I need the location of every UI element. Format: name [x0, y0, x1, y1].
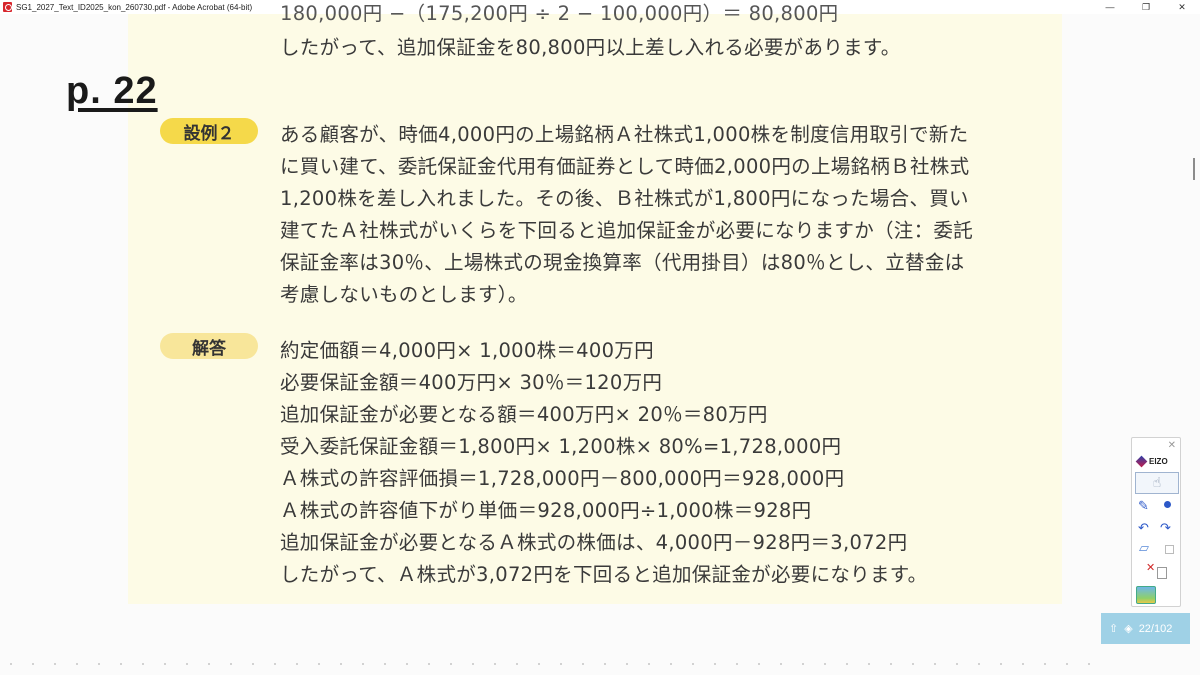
partial-line: 180,000円 −（175,200円 ÷ 2 − 100,000円）＝ 80,…	[280, 2, 839, 25]
page-indicator: 22/102	[1138, 622, 1173, 635]
question-line: ある顧客が、時価4,000円の上場銘柄Ａ社株式1,000株を制度信用取引で新た	[280, 123, 969, 146]
page-up-icon[interactable]: ⇧	[1109, 622, 1118, 635]
undo-icon[interactable]: ↶	[1138, 522, 1149, 535]
shape-icon[interactable]	[1165, 545, 1174, 554]
redo-icon[interactable]: ↷	[1160, 522, 1171, 535]
question-line: に買い建て、委託保証金代用有価証券として時価2,000円の上場銘柄Ｂ社株式	[280, 155, 970, 178]
intro-line: したがって、追加保証金を80,800円以上差し入れる必要があります。	[280, 36, 901, 59]
minimize-button[interactable]: —	[1092, 0, 1128, 14]
close-button[interactable]: ✕	[1164, 0, 1200, 14]
restore-button[interactable]: ❐	[1128, 0, 1164, 14]
answer-line: 追加保証金が必要となるＡ株式の株価は、4,000円－928円＝3,072円	[280, 531, 908, 554]
acrobat-icon	[3, 2, 12, 12]
hand-pointer-icon: ☝	[1152, 475, 1162, 491]
answer-line: 追加保証金が必要となる額＝400万円× 20％＝80万円	[280, 403, 768, 426]
answer-line: 約定価額＝4,000円× 1,000株＝400万円	[280, 339, 654, 362]
question-line: 建てたＡ社株式がいくらを下回ると追加保証金が必要になりますか（注：委託	[280, 219, 974, 242]
question-line: 考慮しないものとします）。	[280, 283, 528, 306]
scrollbar-thumb[interactable]	[1193, 158, 1195, 180]
answer-line: Ａ株式の許容評価損＝1,728,000円－800,000円＝928,000円	[280, 467, 845, 490]
vertical-scrollbar[interactable]	[1190, 16, 1198, 616]
question-badge: 設例２	[160, 118, 258, 144]
eraser-icon[interactable]: ▱	[1139, 542, 1149, 555]
question-line: 保証金率は30％、上場株式の現金換算率（代用掛目）は80％とし、立替金は	[280, 251, 965, 274]
color-dot-icon[interactable]	[1164, 501, 1171, 508]
eizo-brand: EIZO	[1149, 457, 1168, 466]
answer-line: Ａ株式の許容値下がり単価＝928,000円÷1,000株＝928円	[280, 499, 812, 522]
clear-icon[interactable]: ✕	[1146, 562, 1155, 573]
eizo-logo: EIZO	[1135, 455, 1168, 468]
hand-pointer-button[interactable]: ☝	[1135, 472, 1179, 494]
panel-close-icon[interactable]: ✕	[1168, 440, 1176, 451]
answer-badge: 解答	[160, 333, 258, 359]
app-thumbnail-icon[interactable]	[1136, 586, 1156, 604]
answer-line: 受入委託保証金額＝1,800円× 1,200株× 80%=1,728,000円	[280, 435, 842, 458]
page-separator	[0, 663, 1100, 665]
document-icon[interactable]	[1157, 567, 1167, 579]
window-controls: — ❐ ✕	[1092, 0, 1200, 14]
page-navigation[interactable]: ⇧ ◈ 22/102	[1101, 613, 1190, 644]
question-line: 1,200株を差し入れました。その後、Ｂ社株式が1,800円になった場合、買い	[280, 187, 969, 210]
eizo-tool-panel: ✕ EIZO ☝ ✎ ↶ ↷ ▱ ✕	[1131, 437, 1181, 607]
pen-icon[interactable]: ✎	[1138, 500, 1149, 513]
window-title: SG1_2027_Text_ID2025_kon_260730.pdf - Ad…	[16, 2, 253, 12]
page-icon: ◈	[1124, 623, 1133, 635]
page-label: p. 22	[66, 70, 158, 112]
answer-line: 必要保証金額＝400万円× 30％＝120万円	[280, 371, 663, 394]
answer-line: したがって、Ａ株式が3,072円を下回ると追加保証金が必要になります。	[280, 563, 928, 586]
eizo-logo-icon	[1135, 455, 1148, 468]
